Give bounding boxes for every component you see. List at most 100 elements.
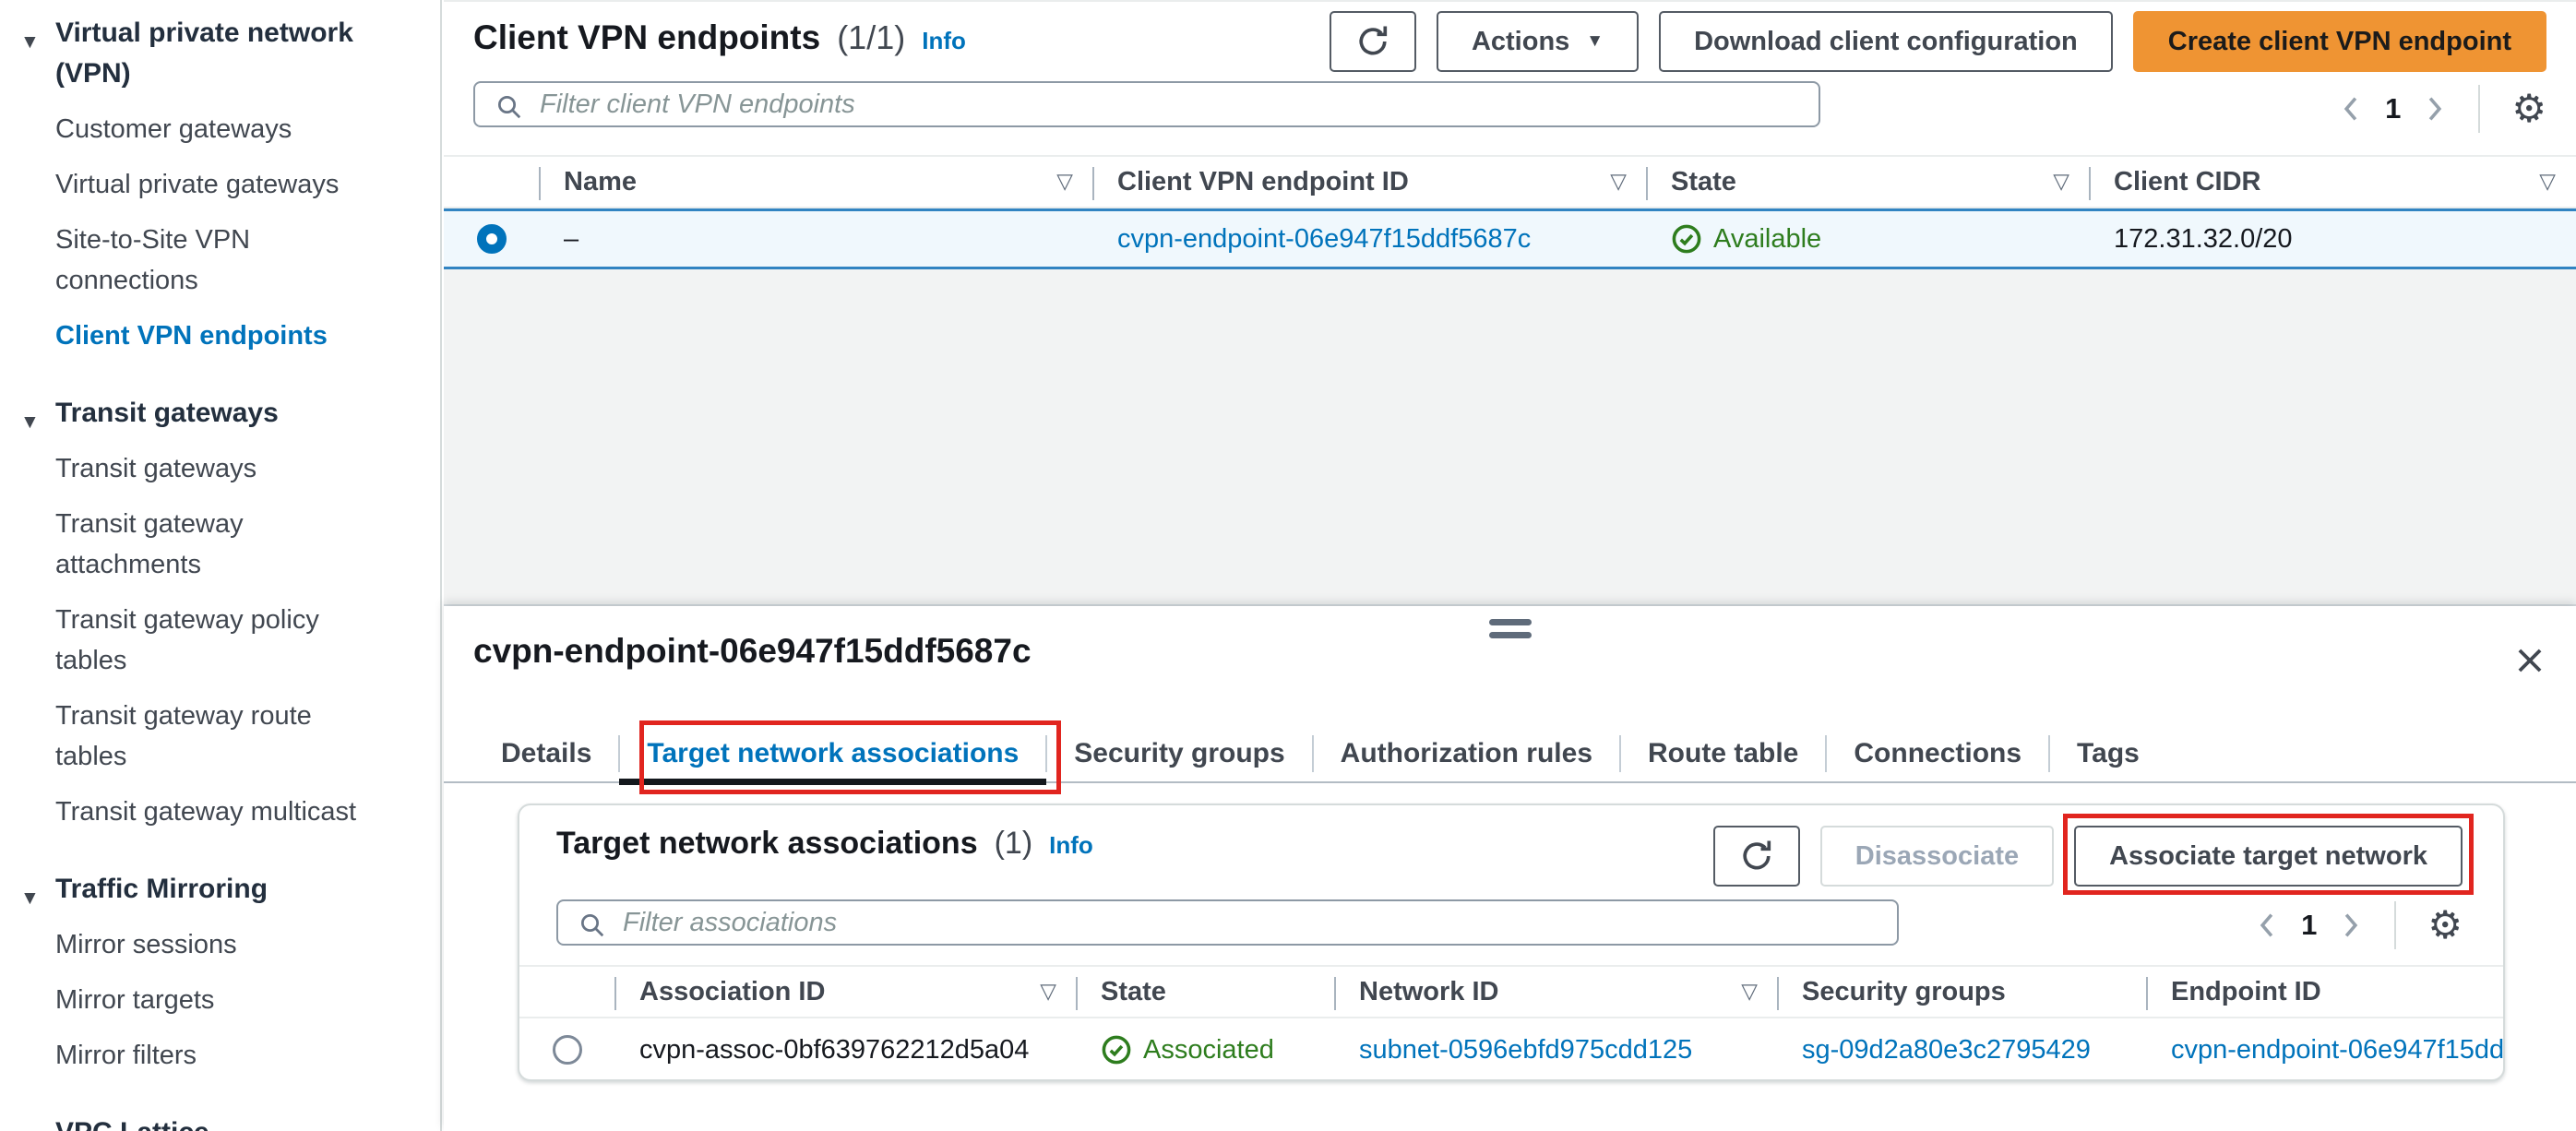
- chevron-down-icon: ▼: [20, 887, 40, 909]
- column-label: Client VPN endpoint ID: [1117, 166, 1409, 196]
- panel-drag-handle[interactable]: [1488, 619, 1532, 645]
- associate-target-network-button[interactable]: Associate target network: [2074, 826, 2463, 887]
- sort-icon[interactable]: ▽: [1040, 980, 1056, 1004]
- column-header-network-id: Network ID ▽: [1335, 967, 1779, 1017]
- row-radio-selected[interactable]: [477, 224, 507, 254]
- sidebar-item-transit-gateway-attachments[interactable]: Transit gateway attachments: [0, 504, 388, 585]
- column-label: Client CIDR: [2114, 166, 2261, 196]
- sidebar-section-title-label: Virtual private network (VPN): [55, 18, 353, 89]
- radio-column-header: [444, 157, 541, 207]
- column-label: Name: [564, 166, 637, 196]
- sidebar-item-customer-gateways[interactable]: Customer gateways: [0, 109, 388, 149]
- sidebar-item-transit-gateway-multicast[interactable]: Transit gateway multicast: [0, 792, 388, 832]
- endpoints-pagination: 1 ⚙: [2339, 85, 2546, 133]
- close-icon[interactable]: [2512, 643, 2547, 678]
- sidebar-section-mirroring-title[interactable]: ▼ Traffic Mirroring: [0, 869, 440, 910]
- column-header-endpoint-id: Client VPN endpoint ID ▽: [1093, 157, 1648, 207]
- endpoint-id-link[interactable]: cvpn-endpoint-06e947f15ddf5687c: [2171, 1035, 2503, 1065]
- download-client-configuration-button[interactable]: Download client configuration: [1659, 11, 2113, 72]
- tab-security-groups[interactable]: Security groups: [1046, 724, 1315, 783]
- info-link[interactable]: Info: [922, 27, 966, 55]
- sidebar-item-transit-gateways[interactable]: Transit gateways: [0, 448, 388, 489]
- sort-icon[interactable]: ▽: [1056, 170, 1073, 194]
- associate-button-wrap: Associate target network: [2063, 814, 2474, 895]
- column-header-state: State: [1077, 967, 1336, 1017]
- tab-tags[interactable]: Tags: [2049, 724, 2167, 783]
- status-associated: Associated: [1101, 1034, 1315, 1066]
- cell-state: Associated: [1077, 1034, 1335, 1066]
- column-label: State: [1671, 166, 1736, 196]
- settings-gear-icon[interactable]: ⚙: [2511, 89, 2546, 128]
- page-title-count: (1/1): [837, 18, 906, 56]
- cell-client-cidr: 172.31.32.0/20: [2114, 223, 2293, 254]
- sidebar-item-mirror-sessions[interactable]: Mirror sessions: [0, 924, 388, 965]
- sidebar-item-virtual-private-gateways[interactable]: Virtual private gateways: [0, 164, 388, 205]
- security-group-link[interactable]: sg-09d2a80e3c2795429: [1802, 1035, 2091, 1065]
- sidebar-item-transit-gateway-route-tables[interactable]: Transit gateway route tables: [0, 696, 388, 777]
- sidebar-section-vpn-title[interactable]: ▼ Virtual private network (VPN): [0, 13, 440, 94]
- actions-button-label: Actions: [1471, 26, 1570, 56]
- refresh-button[interactable]: [1712, 826, 1800, 887]
- sidebar-item-transit-gateway-policy-tables[interactable]: Transit gateway policy tables: [0, 600, 388, 681]
- page-number[interactable]: 1: [2385, 92, 2401, 125]
- status-label: Associated: [1143, 1034, 1274, 1065]
- sidebar-item-client-vpn-endpoints[interactable]: Client VPN endpoints: [0, 315, 388, 356]
- chevron-down-icon: ▼: [20, 31, 40, 53]
- pager-divider: [2394, 901, 2397, 949]
- page-number[interactable]: 1: [2301, 909, 2317, 942]
- next-page-icon[interactable]: [2339, 910, 2363, 941]
- endpoint-id-link[interactable]: cvpn-endpoint-06e947f15ddf5687c: [1117, 224, 1531, 254]
- associations-title: Target network associations: [556, 826, 978, 861]
- tab-route-table[interactable]: Route table: [1620, 724, 1828, 783]
- associations-filter-row: 1 ⚙: [556, 899, 2463, 949]
- refresh-button[interactable]: [1329, 11, 1416, 72]
- cell-endpoint-id: cvpn-endpoint-06e947f15ddf5687c: [2147, 1035, 2503, 1066]
- settings-gear-icon[interactable]: ⚙: [2427, 906, 2463, 945]
- endpoints-filter: [473, 81, 1820, 127]
- column-header-client-cidr: Client CIDR ▽: [2090, 157, 2576, 207]
- target-network-associations-card: Target network associations (1) Info Dis…: [518, 804, 2505, 1081]
- create-client-vpn-endpoint-button[interactable]: Create client VPN endpoint: [2132, 11, 2546, 72]
- chevron-down-icon: ▼: [20, 411, 40, 433]
- header-actions: Actions ▼ Download client configuration …: [1329, 11, 2546, 72]
- sort-icon[interactable]: ▽: [1741, 980, 1758, 1004]
- column-header-endpoint-id: Endpoint ID: [2147, 967, 2503, 1017]
- sidebar-section-lattice-title[interactable]: ▼ VPC Lattice: [0, 1113, 440, 1131]
- association-table-row[interactable]: cvpn-assoc-0bf639762212d5a04 Associated …: [519, 1020, 2503, 1079]
- associations-filter-input[interactable]: [623, 901, 1888, 944]
- prev-page-icon[interactable]: [2255, 910, 2279, 941]
- column-header-association-id: Association ID ▽: [615, 967, 1078, 1017]
- endpoints-table-header: Name ▽ Client VPN endpoint ID ▽ State ▽ …: [444, 155, 2576, 208]
- row-radio-cell: [519, 1035, 615, 1065]
- sort-icon[interactable]: ▽: [2539, 170, 2556, 194]
- tab-details[interactable]: Details: [473, 724, 621, 783]
- sort-icon[interactable]: ▽: [1610, 170, 1627, 194]
- sidebar-section-transit-title[interactable]: ▼ Transit gateways: [0, 393, 440, 434]
- prev-page-icon[interactable]: [2339, 93, 2363, 125]
- info-link[interactable]: Info: [1049, 831, 1093, 860]
- pager-divider: [2478, 85, 2481, 133]
- cell-association-id: cvpn-assoc-0bf639762212d5a04: [639, 1034, 1030, 1065]
- disassociate-button[interactable]: Disassociate: [1819, 826, 2055, 887]
- column-label: Security groups: [1802, 976, 2006, 1006]
- sort-icon[interactable]: ▽: [2053, 170, 2069, 194]
- subnet-link[interactable]: subnet-0596ebfd975cdd125: [1359, 1035, 1692, 1065]
- sidebar-section-traffic-mirroring: ▼ Traffic Mirroring Mirror sessions Mirr…: [0, 869, 440, 1076]
- actions-button[interactable]: Actions ▼: [1436, 11, 1640, 72]
- sidebar-item-mirror-filters[interactable]: Mirror filters: [0, 1035, 388, 1076]
- sidebar-item-site-to-site-vpn-connections[interactable]: Site-to-Site VPN connections: [0, 220, 388, 301]
- tab-connections[interactable]: Connections: [1826, 724, 2050, 783]
- endpoint-table-row[interactable]: – cvpn-endpoint-06e947f15ddf5687c Availa…: [444, 208, 2576, 269]
- tab-authorization-rules[interactable]: Authorization rules: [1313, 724, 1622, 783]
- check-circle-icon: [1102, 1035, 1131, 1065]
- sidebar-item-mirror-targets[interactable]: Mirror targets: [0, 980, 388, 1020]
- caret-down-icon: ▼: [1586, 31, 1604, 51]
- column-label: State: [1101, 976, 1166, 1006]
- next-page-icon[interactable]: [2423, 93, 2447, 125]
- cell-name: –: [564, 223, 579, 254]
- row-radio-cell: [444, 224, 540, 254]
- tab-target-network-associations[interactable]: Target network associations: [619, 720, 1062, 794]
- endpoints-filter-input[interactable]: [540, 83, 1809, 125]
- row-radio[interactable]: [553, 1035, 582, 1065]
- split-area-background: [444, 269, 2576, 606]
